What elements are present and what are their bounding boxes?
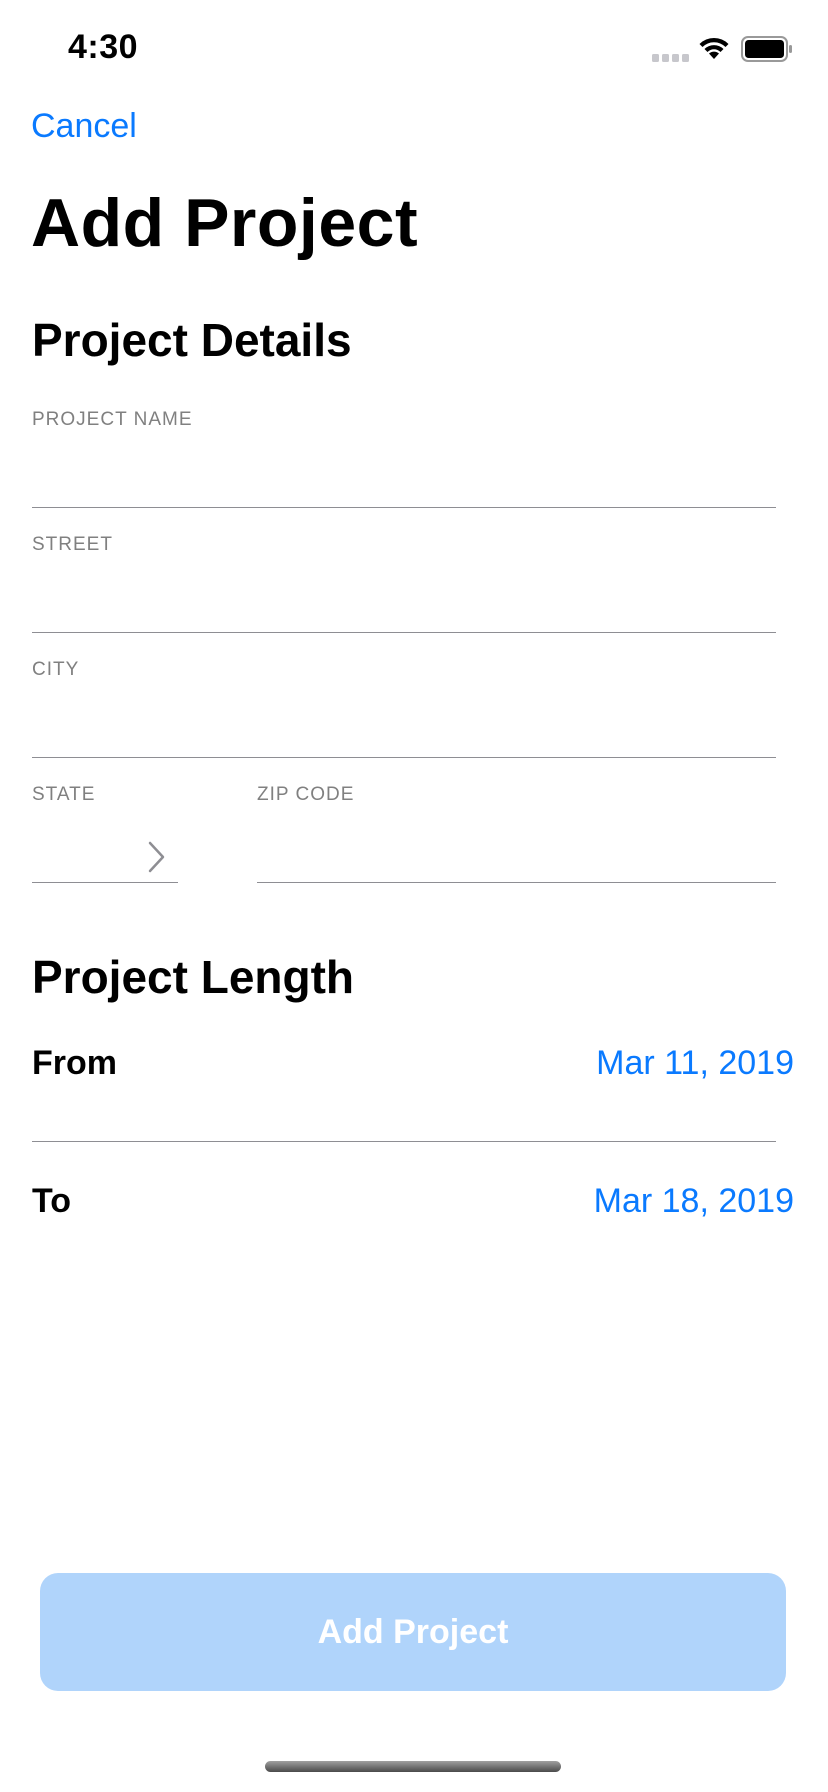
city-divider <box>32 757 776 758</box>
signal-icon <box>652 52 690 62</box>
from-date-value[interactable]: Mar 11, 2019 <box>596 1043 794 1083</box>
from-label: From <box>32 1044 117 1082</box>
state-label: STATE <box>32 784 96 805</box>
project-length-heading: Project Length <box>32 951 355 1003</box>
street-divider <box>32 632 776 633</box>
state-picker[interactable] <box>32 827 138 873</box>
zip-code-field[interactable] <box>257 827 776 873</box>
project-name-field[interactable] <box>32 452 776 498</box>
to-label: To <box>32 1182 72 1220</box>
zip-code-label: ZIP CODE <box>257 784 355 805</box>
state-divider <box>32 882 178 883</box>
home-indicator[interactable] <box>265 1761 561 1772</box>
city-field[interactable] <box>32 702 776 748</box>
zip-code-divider <box>257 882 776 883</box>
project-details-heading: Project Details <box>32 314 352 366</box>
chevron-right-icon[interactable] <box>146 840 168 874</box>
status-time: 4:30 <box>68 28 139 66</box>
wifi-icon <box>699 37 729 59</box>
add-project-button[interactable]: Add Project <box>40 1573 786 1691</box>
city-label: CITY <box>32 659 80 680</box>
cancel-button[interactable]: Cancel <box>31 106 137 146</box>
from-divider <box>32 1141 776 1142</box>
battery-icon <box>741 36 792 62</box>
street-field[interactable] <box>32 577 776 623</box>
page-title: Add Project <box>31 185 419 261</box>
project-name-divider <box>32 507 776 508</box>
project-name-label: PROJECT NAME <box>32 409 193 430</box>
street-label: STREET <box>32 534 113 555</box>
to-date-value[interactable]: Mar 18, 2019 <box>594 1181 794 1221</box>
